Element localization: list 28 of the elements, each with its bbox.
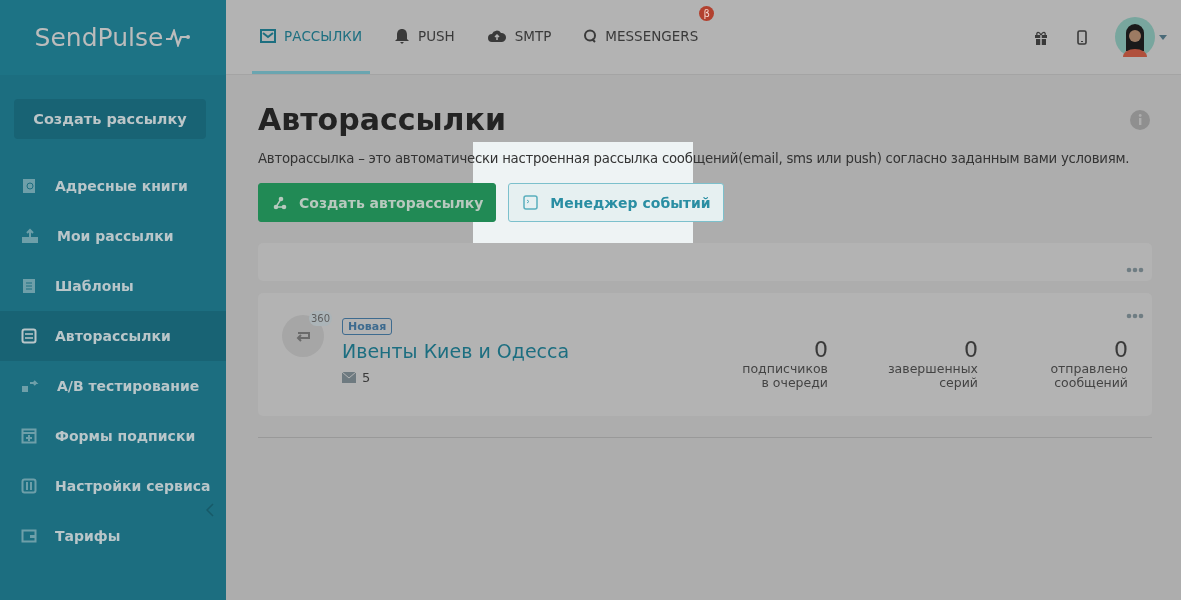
sidebar-item[interactable]: Шаблоны: [0, 261, 226, 311]
create-campaign-button[interactable]: Создать рассылку: [14, 99, 206, 139]
sidebar-item[interactable]: Авторассылки: [0, 311, 226, 361]
stat-label: завершенных серий: [886, 362, 978, 390]
logo-text: SendPulse: [34, 23, 164, 52]
nav-tab[interactable]: MESSENGERS β: [575, 0, 715, 74]
stat-label: подписчиков в очереди: [741, 362, 828, 390]
campaign-name-link[interactable]: Ивенты Киев и Одесса: [342, 340, 570, 362]
beta-badge: β: [699, 6, 715, 21]
status-badge: Новая: [342, 318, 393, 335]
sidebar-item[interactable]: Адресные книги: [0, 161, 226, 211]
stat-value: 0: [814, 337, 828, 362]
nav-tab[interactable]: PUSH: [386, 0, 463, 74]
email-count: 5: [362, 370, 371, 385]
nav-tab[interactable]: SMTP: [478, 0, 560, 74]
stat-value: 0: [964, 337, 978, 362]
create-autoresponder-button[interactable]: Создать авторассылку: [258, 183, 497, 222]
count-badge: 360: [308, 311, 332, 326]
sidebar-item[interactable]: Тарифы: [0, 511, 226, 561]
page-title: Авторассылки: [258, 102, 506, 137]
sidebar-item[interactable]: A/B тестирование: [0, 361, 226, 411]
sidebar-item[interactable]: Настройки сервиса: [0, 461, 226, 511]
sidebar-item[interactable]: Мои рассылки: [0, 211, 226, 261]
nav-tab[interactable]: РАССЫЛКИ: [252, 0, 370, 74]
event-manager-button[interactable]: Менеджер событий: [508, 183, 724, 222]
stat-label: отправлено сообщений: [1049, 362, 1128, 390]
stat-value: 0: [1114, 337, 1128, 362]
sidebar-item[interactable]: Формы подписки: [0, 411, 226, 461]
